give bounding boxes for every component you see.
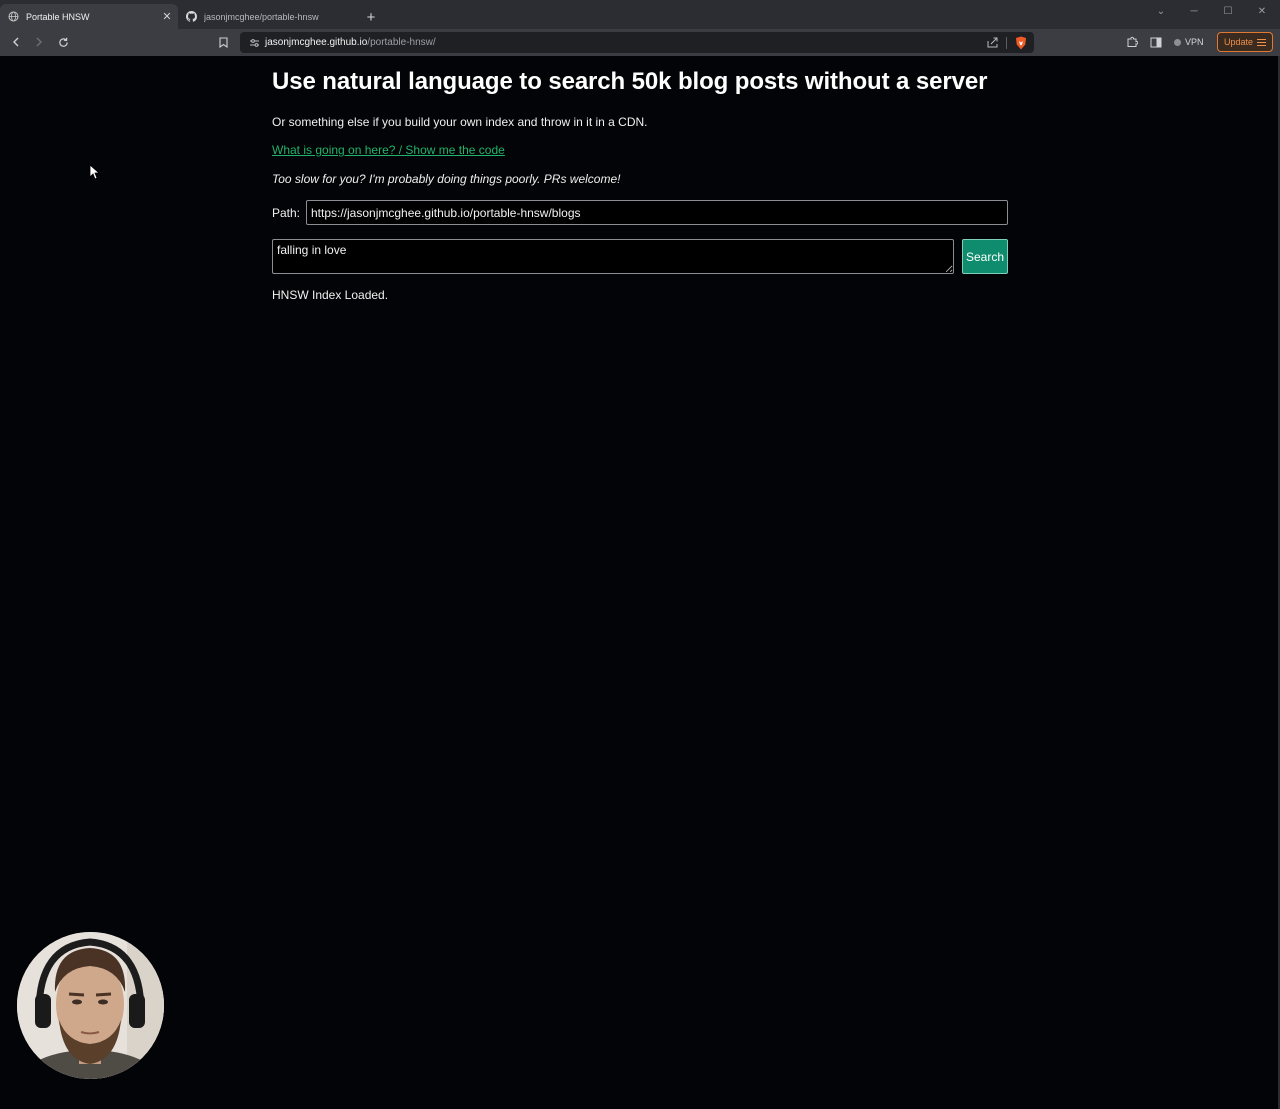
tab-title: jasonjmcghee/portable-hnsw (204, 11, 319, 22)
page-subtitle: Or something else if you build your own … (272, 115, 648, 129)
github-icon (186, 11, 197, 22)
minimize-button[interactable]: ─ (1183, 3, 1205, 19)
search-button[interactable]: Search (962, 239, 1008, 274)
tab-search-button[interactable]: ⌄ (1150, 3, 1172, 19)
maximize-icon: ☐ (1223, 5, 1233, 17)
extensions-button[interactable] (1123, 33, 1141, 51)
performance-note: Too slow for you? I'm probably doing thi… (272, 172, 621, 186)
forward-button[interactable] (30, 33, 48, 51)
bookmark-icon (218, 36, 228, 48)
address-bar[interactable]: jasonjmcghee.github.io/portable-hnsw/ (240, 32, 1034, 53)
vpn-status-icon (1174, 38, 1181, 46)
update-label: Update (1224, 37, 1254, 47)
vpn-label: VPN (1185, 37, 1204, 47)
bookmark-button[interactable] (214, 33, 232, 51)
url-domain: jasonjmcghee.github.io (265, 37, 368, 48)
path-label: Path: (272, 206, 301, 220)
reload-button[interactable] (54, 33, 72, 51)
minimize-icon: ─ (1190, 5, 1198, 17)
presenter-image (17, 932, 164, 1079)
menu-icon (1257, 38, 1266, 46)
update-button[interactable]: Update (1217, 32, 1273, 52)
back-icon (13, 37, 19, 47)
status-text: HNSW Index Loaded. (272, 288, 389, 302)
puzzle-icon (1127, 36, 1138, 47)
query-textarea[interactable]: falling in love (272, 239, 954, 274)
tab-github-repo[interactable]: jasonjmcghee/portable-hnsw (178, 4, 358, 29)
site-settings-icon[interactable] (247, 36, 261, 50)
brave-shields-icon[interactable] (1014, 35, 1028, 50)
tab-portable-hnsw[interactable]: Portable HNSW ✕ (0, 4, 178, 29)
new-tab-button[interactable]: + (362, 8, 380, 26)
tab-title: Portable HNSW (26, 11, 90, 22)
forward-icon (36, 37, 42, 47)
maximize-button[interactable]: ☐ (1217, 3, 1239, 19)
mouse-cursor-icon (89, 164, 99, 180)
page-title: Use natural language to search 50k blog … (272, 68, 988, 95)
sidebar-button[interactable] (1147, 33, 1165, 51)
url-path: /portable-hnsw/ (367, 37, 436, 48)
vpn-button[interactable]: VPN (1174, 35, 1204, 49)
tab-strip: Portable HNSW ✕ jasonjmcghee/portable-hn… (0, 0, 1280, 29)
close-window-button[interactable]: ✕ (1251, 3, 1273, 19)
code-link[interactable]: What is going on here? / Show me the cod… (272, 143, 505, 157)
plus-icon: + (366, 8, 376, 26)
browser-window: Portable HNSW ✕ jasonjmcghee/portable-hn… (0, 0, 1280, 1109)
url-text: jasonjmcghee.github.io/portable-hnsw/ (265, 37, 436, 48)
sidebar-icon (1150, 37, 1162, 47)
close-icon: ✕ (1257, 5, 1267, 17)
share-icon[interactable] (986, 35, 1000, 49)
chevron-down-icon: ⌄ (1156, 5, 1166, 17)
close-tab-icon[interactable]: ✕ (160, 10, 174, 24)
reload-icon (58, 37, 68, 47)
address-divider (1006, 37, 1007, 49)
webcam-overlay (17, 932, 164, 1079)
back-button[interactable] (7, 33, 25, 51)
path-input[interactable] (306, 200, 1008, 225)
browser-toolbar: jasonjmcghee.github.io/portable-hnsw/ VP… (0, 29, 1280, 56)
globe-icon (8, 11, 19, 22)
